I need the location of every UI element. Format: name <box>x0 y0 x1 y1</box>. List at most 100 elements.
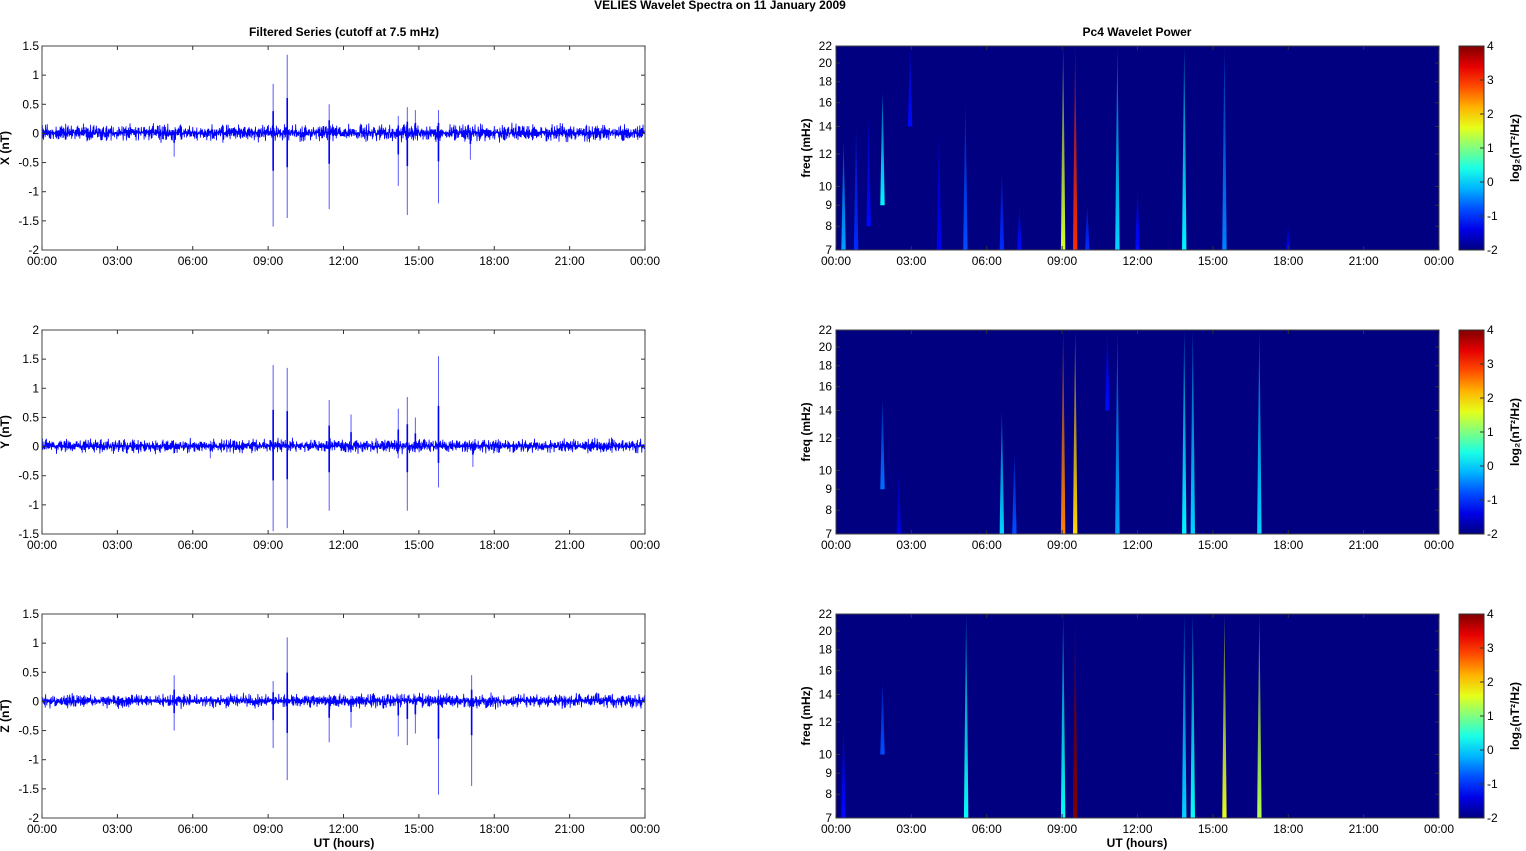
y-axis-label: freq (mHz) <box>799 402 813 461</box>
y-tick-label: 1.5 <box>22 607 39 621</box>
colorbar-tick-label: 0 <box>1487 459 1494 473</box>
colorbar-tick-label: 2 <box>1487 107 1494 121</box>
left-x-axis-label: UT (hours) <box>314 836 375 850</box>
x-tick-label: 18:00 <box>479 254 509 268</box>
x-tick-label: 12:00 <box>1122 254 1152 268</box>
x-tick-label: 00:00 <box>1424 822 1454 836</box>
x-tick-label: 06:00 <box>972 254 1002 268</box>
y-tick-label: 10 <box>819 747 833 761</box>
wavelet-panel: -2-101234log₂(nT²/Hz)78910121416182022fr… <box>799 39 1522 268</box>
y-tick-label: 10 <box>819 179 833 193</box>
x-tick-label: 03:00 <box>102 822 132 836</box>
x-tick-label: 06:00 <box>178 822 208 836</box>
y-tick-label: 1.5 <box>22 39 39 53</box>
y-tick-label: -0.5 <box>18 724 39 738</box>
y-tick-label: 14 <box>819 404 833 418</box>
y-axis-label: freq (mHz) <box>799 686 813 745</box>
x-tick-label: 00:00 <box>630 254 660 268</box>
x-tick-label: 06:00 <box>972 538 1002 552</box>
x-tick-label: 12:00 <box>328 254 358 268</box>
y-tick-label: 0 <box>32 126 39 140</box>
x-tick-label: 21:00 <box>1349 822 1379 836</box>
x-tick-label: 21:00 <box>555 822 585 836</box>
x-tick-label: 15:00 <box>1198 822 1228 836</box>
x-tick-label: 00:00 <box>630 822 660 836</box>
right-column-title: Pc4 Wavelet Power <box>1083 25 1192 39</box>
y-tick-label: 1.5 <box>22 352 39 366</box>
x-tick-label: 00:00 <box>630 538 660 552</box>
y-axis-label: freq (mHz) <box>799 118 813 177</box>
colorbar-tick-label: 4 <box>1487 39 1494 53</box>
y-tick-label: 18 <box>819 75 833 89</box>
y-tick-label: -1 <box>28 185 39 199</box>
x-tick-label: 03:00 <box>102 538 132 552</box>
plot-background <box>42 330 645 534</box>
y-tick-label: 22 <box>819 607 833 621</box>
colorbar-tick-label: 0 <box>1487 743 1494 757</box>
colorbar-label: log₂(nT²/Hz) <box>1508 682 1522 750</box>
x-tick-label: 21:00 <box>1349 538 1379 552</box>
colorbar-tick-label: 2 <box>1487 675 1494 689</box>
y-tick-label: 12 <box>819 431 833 445</box>
x-tick-label: 00:00 <box>27 822 57 836</box>
x-tick-label: 00:00 <box>1424 254 1454 268</box>
x-tick-label: 09:00 <box>253 822 283 836</box>
y-tick-label: -0.5 <box>18 156 39 170</box>
y-tick-label: 8 <box>825 503 832 517</box>
y-tick-label: -1 <box>28 498 39 512</box>
y-tick-label: 0.5 <box>22 665 39 679</box>
y-tick-label: 0.5 <box>22 97 39 111</box>
colorbar-tick-label: 3 <box>1487 641 1494 655</box>
y-tick-label: 14 <box>819 688 833 702</box>
plot-background <box>42 614 645 818</box>
colorbar-tick-label: -2 <box>1487 243 1498 257</box>
x-tick-label: 15:00 <box>404 822 434 836</box>
y-tick-label: 20 <box>819 624 833 638</box>
y-tick-label: -1 <box>28 753 39 767</box>
colorbar-tick-label: 2 <box>1487 391 1494 405</box>
x-tick-label: 03:00 <box>896 538 926 552</box>
plot-area <box>836 614 1439 818</box>
plot-area <box>836 330 1439 534</box>
colorbar-tick-label: 1 <box>1487 709 1494 723</box>
plot-background <box>42 46 645 250</box>
x-tick-label: 18:00 <box>479 538 509 552</box>
x-tick-label: 18:00 <box>479 822 509 836</box>
x-tick-label: 00:00 <box>27 254 57 268</box>
series-panel: -1.5-1-0.500.511.52Y (nT)00:0003:0006:00… <box>0 323 660 552</box>
colorbar-tick-label: -1 <box>1487 209 1498 223</box>
y-tick-label: 2 <box>32 323 39 337</box>
x-tick-label: 21:00 <box>1349 254 1379 268</box>
x-tick-label: 09:00 <box>253 254 283 268</box>
x-tick-label: 15:00 <box>1198 538 1228 552</box>
y-tick-label: 9 <box>825 766 832 780</box>
x-tick-label: 21:00 <box>555 538 585 552</box>
colorbar-tick-label: 3 <box>1487 73 1494 87</box>
spectrogram-background <box>836 330 1439 534</box>
colorbar-label: log₂(nT²/Hz) <box>1508 398 1522 466</box>
y-tick-label: -1.5 <box>18 214 39 228</box>
y-tick-label: 20 <box>819 56 833 70</box>
y-tick-label: 0 <box>32 694 39 708</box>
y-tick-label: 16 <box>819 380 833 394</box>
y-tick-label: 1 <box>32 636 39 650</box>
right-x-axis-label: UT (hours) <box>1107 836 1168 850</box>
plot-area <box>42 46 645 250</box>
colorbar-tick-label: -1 <box>1487 493 1498 507</box>
x-tick-label: 12:00 <box>328 822 358 836</box>
y-tick-label: 10 <box>819 463 833 477</box>
plot-area <box>836 46 1439 250</box>
y-tick-label: 0.5 <box>22 410 39 424</box>
y-tick-label: 16 <box>819 96 833 110</box>
y-tick-label: 1 <box>32 68 39 82</box>
x-tick-label: 12:00 <box>1122 822 1152 836</box>
wavelet-panel: -2-101234log₂(nT²/Hz)78910121416182022fr… <box>799 323 1522 552</box>
colorbar-tick-label: 4 <box>1487 323 1494 337</box>
left-column-title: Filtered Series (cutoff at 7.5 mHz) <box>249 25 439 39</box>
colorbar-tick-label: 1 <box>1487 141 1494 155</box>
y-tick-label: 22 <box>819 323 833 337</box>
colorbar-tick-label: -2 <box>1487 527 1498 541</box>
x-tick-label: 15:00 <box>404 254 434 268</box>
x-tick-label: 06:00 <box>178 538 208 552</box>
x-tick-label: 12:00 <box>1122 538 1152 552</box>
